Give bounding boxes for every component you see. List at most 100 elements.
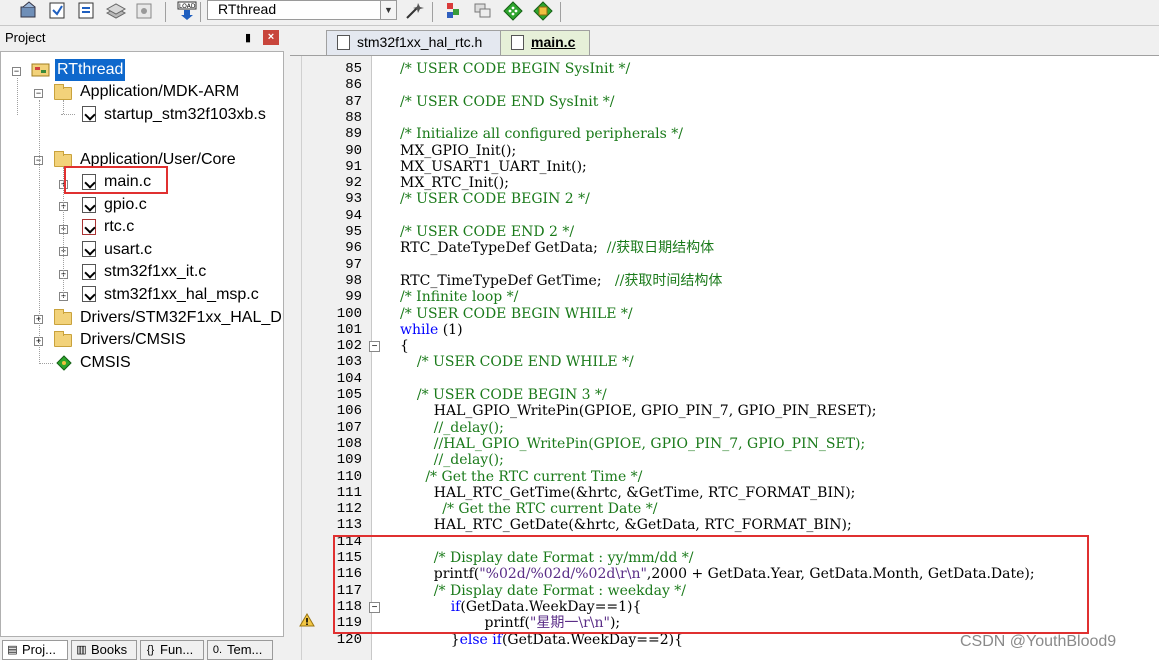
green-block-icon[interactable]	[443, 1, 465, 21]
folder-open-icon	[54, 84, 72, 100]
code-line[interactable]: HAL_GPIO_WritePin(GPIOE, GPIO_PIN_7, GPI…	[434, 403, 877, 419]
green-diamond-icon[interactable]	[502, 1, 524, 21]
line-number: 105	[336, 387, 362, 403]
code-text: HAL_GPIO_WritePin(GPIOE, GPIO_PIN_7, GPI…	[433, 403, 877, 420]
tree-file-it-c[interactable]: stm32f1xx_it.c	[104, 261, 206, 283]
line-number: 112	[336, 501, 362, 518]
rebuild-icon[interactable]	[47, 1, 69, 21]
code-line[interactable]: RTC_TimeTypeDef GetTime; //获取时间结构体	[400, 273, 722, 289]
line-number: 97	[345, 256, 362, 273]
tree-group-drivers-cmsis[interactable]: Drivers/CMSIS	[80, 329, 186, 351]
code-line[interactable]: {	[400, 338, 409, 354]
code-line[interactable]: //_delay();	[434, 420, 504, 436]
line-number: 94	[345, 207, 362, 224]
code-text: HAL_RTC_GetDate(&hrtc, &GetData, RTC_FOR…	[433, 517, 852, 534]
code-line[interactable]: MX_USART1_UART_Init();	[400, 159, 587, 175]
settings-icon[interactable]	[134, 1, 156, 21]
collapse-icon[interactable]: −	[34, 89, 43, 98]
tree-root[interactable]: RTthread	[55, 59, 126, 81]
code-line[interactable]: HAL_RTC_GetDate(&hrtc, &GetData, RTC_FOR…	[434, 517, 852, 533]
code-line[interactable]: /* USER CODE BEGIN SysInit */	[400, 61, 630, 77]
code-line[interactable]: /* USER CODE BEGIN 3 */	[417, 387, 607, 403]
options-wand-icon[interactable]	[404, 1, 426, 21]
tree-file-usart-c[interactable]: usart.c	[104, 239, 152, 261]
code-line[interactable]: MX_GPIO_Init();	[400, 143, 516, 159]
code-comment: //_delay();	[433, 419, 504, 436]
folder-icon	[54, 331, 72, 347]
tab-templates[interactable]: 0. Tem...	[207, 640, 273, 660]
build-icon[interactable]	[18, 1, 40, 21]
code-comment: /* USER CODE BEGIN WHILE */	[400, 305, 633, 322]
line-number: 103	[336, 354, 362, 371]
tab-stm32f1xx-hal-rtc-h[interactable]: stm32f1xx_hal_rtc.h	[326, 30, 502, 55]
code-line[interactable]: /* USER CODE BEGIN 2 */	[400, 191, 590, 207]
collapse-icon[interactable]: −	[12, 67, 21, 76]
stack-icon[interactable]	[105, 1, 127, 21]
tab-label: Tem...	[227, 642, 263, 657]
code-comment: /* USER CODE END 2 */	[400, 224, 575, 240]
code-line[interactable]: /* Infinite loop */	[400, 289, 518, 305]
code-line[interactable]: /* USER CODE END SysInit */	[400, 94, 615, 110]
code-line[interactable]: //HAL_GPIO_WritePin(GPIOE, GPIO_PIN_7, G…	[434, 436, 865, 452]
line-number: 92	[345, 175, 362, 192]
c-file-icon	[511, 35, 524, 50]
batch-build-icon[interactable]	[76, 1, 98, 21]
c-file-icon	[82, 197, 96, 213]
code-comment: /* USER CODE END WHILE */	[416, 354, 634, 371]
chevron-down-icon[interactable]: ▼	[380, 1, 396, 19]
line-number: 108	[336, 435, 362, 452]
code-comment: /* USER CODE BEGIN SysInit */	[400, 61, 631, 77]
pack-installer-icon[interactable]	[532, 1, 554, 21]
line-number: 93	[345, 191, 362, 208]
code-line[interactable]: /* Get the RTC current Date */	[442, 501, 657, 517]
code-line[interactable]: /* USER CODE BEGIN WHILE */	[400, 306, 633, 322]
tree-root-label: RTthread	[57, 61, 124, 78]
tree-group-hal-driver[interactable]: Drivers/STM32F1xx_HAL_Dr	[80, 307, 283, 329]
books-icon: ▥	[76, 644, 87, 656]
tree-file-gpio-c[interactable]: gpio.c	[104, 194, 147, 216]
code-comment: /* USER CODE BEGIN 2 */	[400, 191, 590, 208]
code-line[interactable]: /* Initialize all configured peripherals…	[400, 126, 683, 142]
code-line[interactable]: /* Get the RTC current Time */	[425, 469, 642, 485]
tree-file-startup[interactable]: startup_stm32f103xb.s	[104, 104, 266, 126]
tree-cmsis[interactable]: CMSIS	[80, 352, 131, 374]
code-line[interactable]: //_delay();	[434, 452, 504, 468]
code-text: {	[400, 338, 409, 355]
tree-file-label: rtc.c	[104, 218, 135, 235]
code-comment: /* Initialize all configured peripherals…	[400, 126, 684, 143]
tab-functions[interactable]: {} Fun...	[140, 640, 204, 660]
pin-icon[interactable]: ▮	[242, 31, 254, 45]
code-line[interactable]: /* USER CODE END 2 */	[400, 224, 574, 240]
target-root-icon	[31, 61, 50, 77]
tab-main-c[interactable]: main.c	[500, 30, 590, 55]
highlight-box	[333, 535, 1089, 634]
fold-collapse-icon[interactable]: −	[369, 341, 380, 353]
code-line[interactable]: HAL_RTC_GetTime(&hrtc, &GetTime, RTC_FOR…	[434, 485, 856, 501]
code-comment: /* USER CODE END SysInit */	[400, 93, 615, 110]
code-comment: //获取时间结构体	[614, 272, 723, 289]
tab-label: Proj...	[22, 642, 56, 657]
folder-icon	[54, 309, 72, 325]
code-line[interactable]: RTC_DateTypeDef GetData; //获取日期结构体	[400, 240, 714, 256]
code-line[interactable]: MX_RTC_Init();	[400, 175, 509, 191]
cmsis-diamond-icon	[56, 355, 72, 371]
project-panel: Project ▮ × − RTthread − Application/MDK…	[0, 27, 285, 660]
line-number: 86	[345, 77, 362, 94]
tree-file-rtc-c[interactable]: rtc.c	[104, 216, 134, 238]
target-select[interactable]: RTthread ▼	[207, 0, 397, 20]
line-number: 89	[345, 126, 362, 143]
tree-file-msp-c[interactable]: stm32f1xx_hal_msp.c	[104, 284, 259, 306]
manage-icon[interactable]	[472, 1, 494, 21]
code-line[interactable]: while (1)	[400, 322, 463, 338]
line-number: 85	[345, 61, 362, 77]
code-comment: //HAL_GPIO_WritePin(GPIOE, GPIO_PIN_7, G…	[433, 435, 866, 452]
tab-project[interactable]: ▤ Proj...	[2, 640, 68, 660]
code-keyword: while	[400, 321, 439, 338]
code-text: MX_GPIO_Init();	[400, 142, 517, 159]
code-line[interactable]: /* USER CODE END WHILE */	[417, 354, 634, 370]
tab-books[interactable]: ▥ Books	[71, 640, 137, 660]
tree-group-mdk-arm[interactable]: Application/MDK-ARM	[80, 81, 239, 103]
close-icon[interactable]: ×	[263, 30, 279, 45]
editor-vertical-scrollbar[interactable]	[290, 56, 302, 660]
download-icon[interactable]: LOAD	[176, 1, 198, 21]
